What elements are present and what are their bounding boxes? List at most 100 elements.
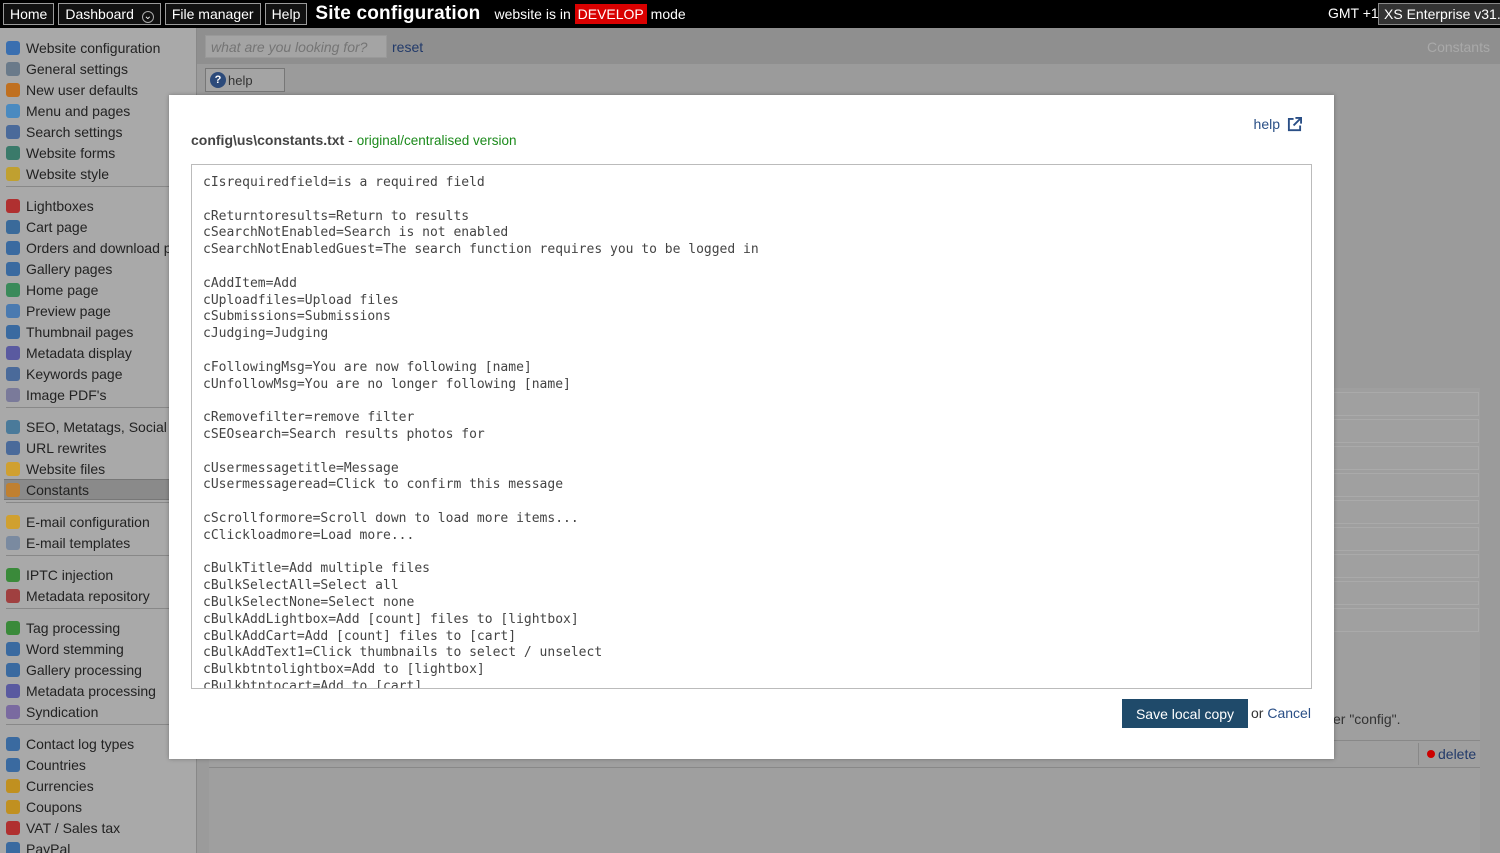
seo-icon [6,419,20,434]
sidebar-item-website-configuration[interactable]: Website configuration [6,37,196,58]
sidebar-item-label: Tag processing [26,619,121,636]
sidebar-item-currencies[interactable]: Currencies [6,775,196,796]
modal-help-link[interactable]: help [1254,116,1302,132]
save-local-copy-button[interactable]: Save local copy [1122,699,1248,728]
home-globe-icon [6,282,20,297]
sidebar-item-label: General settings [26,60,128,77]
constants-text: cIsrequiredfield=is a required field cRe… [203,175,759,689]
sidebar-item-label: Constants [26,481,90,498]
section-tag: Constants [1426,39,1490,55]
keywords-icon [6,366,20,381]
cancel-link[interactable]: Cancel [1267,705,1311,721]
background-row [1331,581,1479,605]
sidebar-item-vat-sales-tax[interactable]: VAT / Sales tax [6,817,196,838]
metadata-process-icon [6,683,20,698]
or-label: or [1251,705,1264,721]
sidebar-item-label: URL rewrites [26,439,107,456]
sidebar-item-label: Metadata repository [26,587,150,604]
background-row [1331,419,1479,443]
background-text: er "config". [1333,711,1401,727]
sidebar-item-label: Website files [26,460,106,477]
folder-icon [6,461,20,476]
currency-icon [6,778,20,793]
sidebar-item-label: Website style [26,165,109,182]
url-icon [6,440,20,455]
sidebar-item-label: Word stemming [26,640,124,657]
sidebar: Website configuration General settings New… [0,28,197,853]
background-rows [1331,392,1479,635]
gallery-process-icon [6,662,20,677]
sidebar-item-label: E-mail configuration [26,513,150,530]
mode-suffix: mode [650,6,686,22]
tax-icon [6,820,20,835]
sidebar-item-label: Search settings [26,123,123,140]
sidebar-item-label: Website forms [26,144,116,161]
sidebar-item-coupons[interactable]: Coupons [6,796,196,817]
syndication-icon [6,704,20,719]
reset-link[interactable]: reset [392,39,423,55]
timezone-label: GMT +1 [1328,5,1379,21]
sidebar-group: E-mail configuration E-mail templates [6,511,170,556]
paypal-icon [6,841,20,853]
iptc-icon [6,567,20,582]
sidebar-item-label: SEO, Metatags, Social [26,418,167,435]
constants-textarea[interactable]: cIsrequiredfield=is a required field cRe… [191,164,1312,689]
sidebar-item-label: IPTC injection [26,566,114,583]
file-path: config\us\constants.txt - original/centr… [191,132,517,148]
sidebar-item-label: Keywords page [26,365,123,382]
sidebar-group: Website configuration General settings New… [6,37,170,187]
question-icon: ? [210,72,226,88]
home-button[interactable]: Home [3,3,55,25]
or-cancel: or Cancel [1251,705,1311,721]
sidebar-item-general-settings[interactable]: General settings [6,58,196,79]
background-row [1331,554,1479,578]
background-row [1331,608,1479,632]
help-top-button[interactable]: Help [264,3,308,25]
sidebar-item-label: PayPal [26,840,71,853]
search-bar: reset Constants [197,28,1500,64]
countries-icon [6,757,20,772]
preview-icon [6,303,20,318]
coupon-icon [6,799,20,814]
thumbnails-icon [6,324,20,339]
sidebar-item-label: New user defaults [26,81,139,98]
sidebar-item-label: VAT / Sales tax [26,819,121,836]
modal-help-label: help [1253,116,1280,132]
lightbox-icon [6,198,20,213]
version-note: original/centralised version [356,133,517,148]
metadata-icon [6,345,20,360]
mode-indicator: website is in DEVELOP mode [494,4,686,24]
sidebar-item-label: E-mail templates [26,534,131,551]
pencil-icon [6,482,20,497]
sidebar-item-label: Metadata processing [26,682,156,699]
file-separator: - [344,132,357,148]
sidebar-group: Contact log types Countries Currencies Coup… [6,733,170,853]
globe-icon [6,40,20,55]
help-button[interactable]: ? help [205,68,285,92]
sidebar-item-paypal[interactable]: PayPal [6,838,196,853]
delete-icon [1427,750,1435,758]
sidebar-item-label: Home page [26,281,99,298]
help-button-label: help [228,72,253,88]
background-row [1331,446,1479,470]
mail-template-icon [6,535,20,550]
gears-icon [6,61,20,76]
sidebar-item-label: Countries [26,756,86,773]
delete-button[interactable]: delete [1418,743,1478,765]
sidebar-item-label: Website configuration [26,39,161,56]
background-row [1331,527,1479,551]
search-input[interactable] [205,35,387,58]
external-link-icon [1287,116,1302,131]
pdf-icon [6,387,20,402]
sidebar-group: SEO, Metatags, Social URL rewrites Website… [4,416,196,503]
sidebar-item-label: Gallery processing [26,661,142,678]
top-bar: Home Dashboard ⌄ File manager Help Site c… [0,0,1500,28]
version-badge: XS Enterprise v31.2 [1378,3,1500,25]
mode-prefix: website is in [494,6,571,22]
sidebar-item-label: Preview page [26,302,111,319]
dashboard-button[interactable]: Dashboard ⌄ [58,3,161,25]
user-icon [6,82,20,97]
sidebar-item-label: Cart page [26,218,88,235]
sidebar-group: Tag processing Word stemming Gallery proce… [6,617,170,725]
file-manager-button[interactable]: File manager [164,3,261,25]
